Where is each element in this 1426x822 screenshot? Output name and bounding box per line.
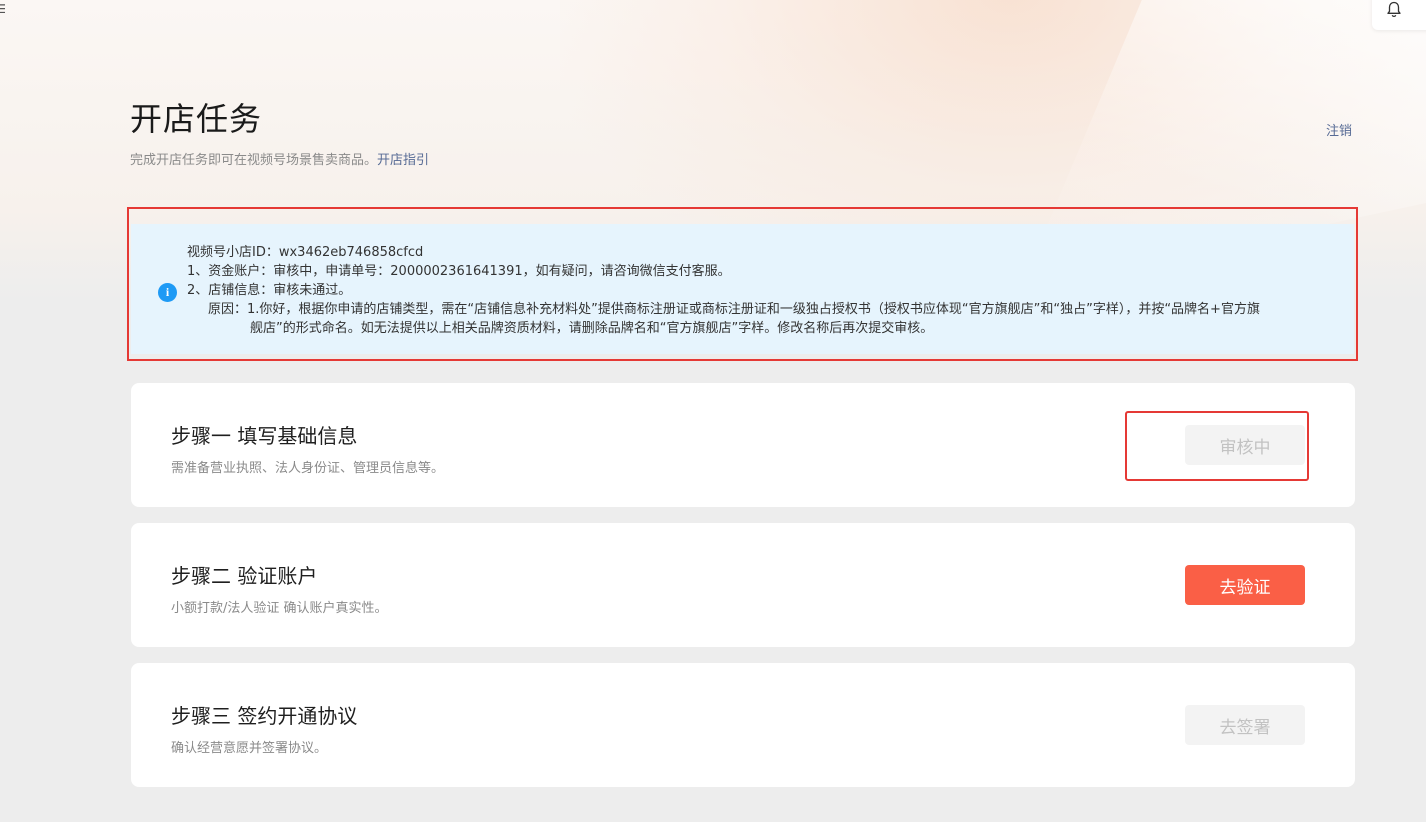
shop-id-line: 视频号小店ID：wx3462eb746858cfcd bbox=[187, 245, 424, 260]
button-highlight-box bbox=[1125, 411, 1309, 481]
step-title: 步骤二 验证账户 bbox=[171, 564, 318, 588]
step-card-verify-account: 步骤二 验证账户 小额打款/法人验证 确认账户真实性。 去验证 bbox=[131, 523, 1355, 647]
step-description: 确认经营意愿并签署协议。 bbox=[171, 741, 328, 756]
step-card-sign-agreement: 步骤三 签约开通协议 确认经营意愿并签署协议。 去签署 bbox=[131, 663, 1355, 787]
shop-info-status: 2、店铺信息：审核未通过。 bbox=[187, 283, 352, 298]
menu-icon[interactable]: ☰ bbox=[0, 2, 5, 18]
rejection-reason: 原因：1.你好，根据你申请的店铺类型，需在“店铺信息补充材料处”提供商标注册证或… bbox=[187, 300, 1337, 338]
rejection-reason-line2: 舰店”的形式命名。如无法提供以上相关品牌资质材料，请删除品牌名和“官方旗舰店”字… bbox=[250, 321, 934, 336]
shop-guide-link[interactable]: 开店指引 bbox=[377, 153, 429, 168]
page-title: 开店任务 bbox=[130, 100, 263, 138]
step-description: 小额打款/法人验证 确认账户真实性。 bbox=[171, 601, 388, 616]
notice-text: 视频号小店ID：wx3462eb746858cfcd 1、资金账户：审核中，申请… bbox=[187, 243, 1337, 338]
sign-button[interactable]: 去签署 bbox=[1185, 705, 1305, 745]
verify-button[interactable]: 去验证 bbox=[1185, 565, 1305, 605]
subtitle-text: 完成开店任务即可在视频号场景售卖商品。 bbox=[130, 153, 378, 168]
notification-button[interactable] bbox=[1372, 0, 1426, 30]
fund-account-status: 1、资金账户：审核中，申请单号：2000002361641391，如有疑问，请咨… bbox=[187, 264, 731, 279]
info-icon: i bbox=[158, 283, 177, 302]
step-title: 步骤三 签约开通协议 bbox=[171, 704, 358, 728]
step-description: 需准备营业执照、法人身份证、管理员信息等。 bbox=[171, 461, 445, 476]
bell-icon bbox=[1387, 1, 1401, 18]
rejection-reason-line1: 原因：1.你好，根据你申请的店铺类型，需在“店铺信息补充材料处”提供商标注册证或… bbox=[208, 302, 1260, 317]
step-title: 步骤一 填写基础信息 bbox=[171, 424, 358, 448]
page-subtitle: 完成开店任务即可在视频号场景售卖商品。开店指引 bbox=[130, 149, 429, 168]
logout-link[interactable]: 注销 bbox=[1326, 120, 1352, 139]
